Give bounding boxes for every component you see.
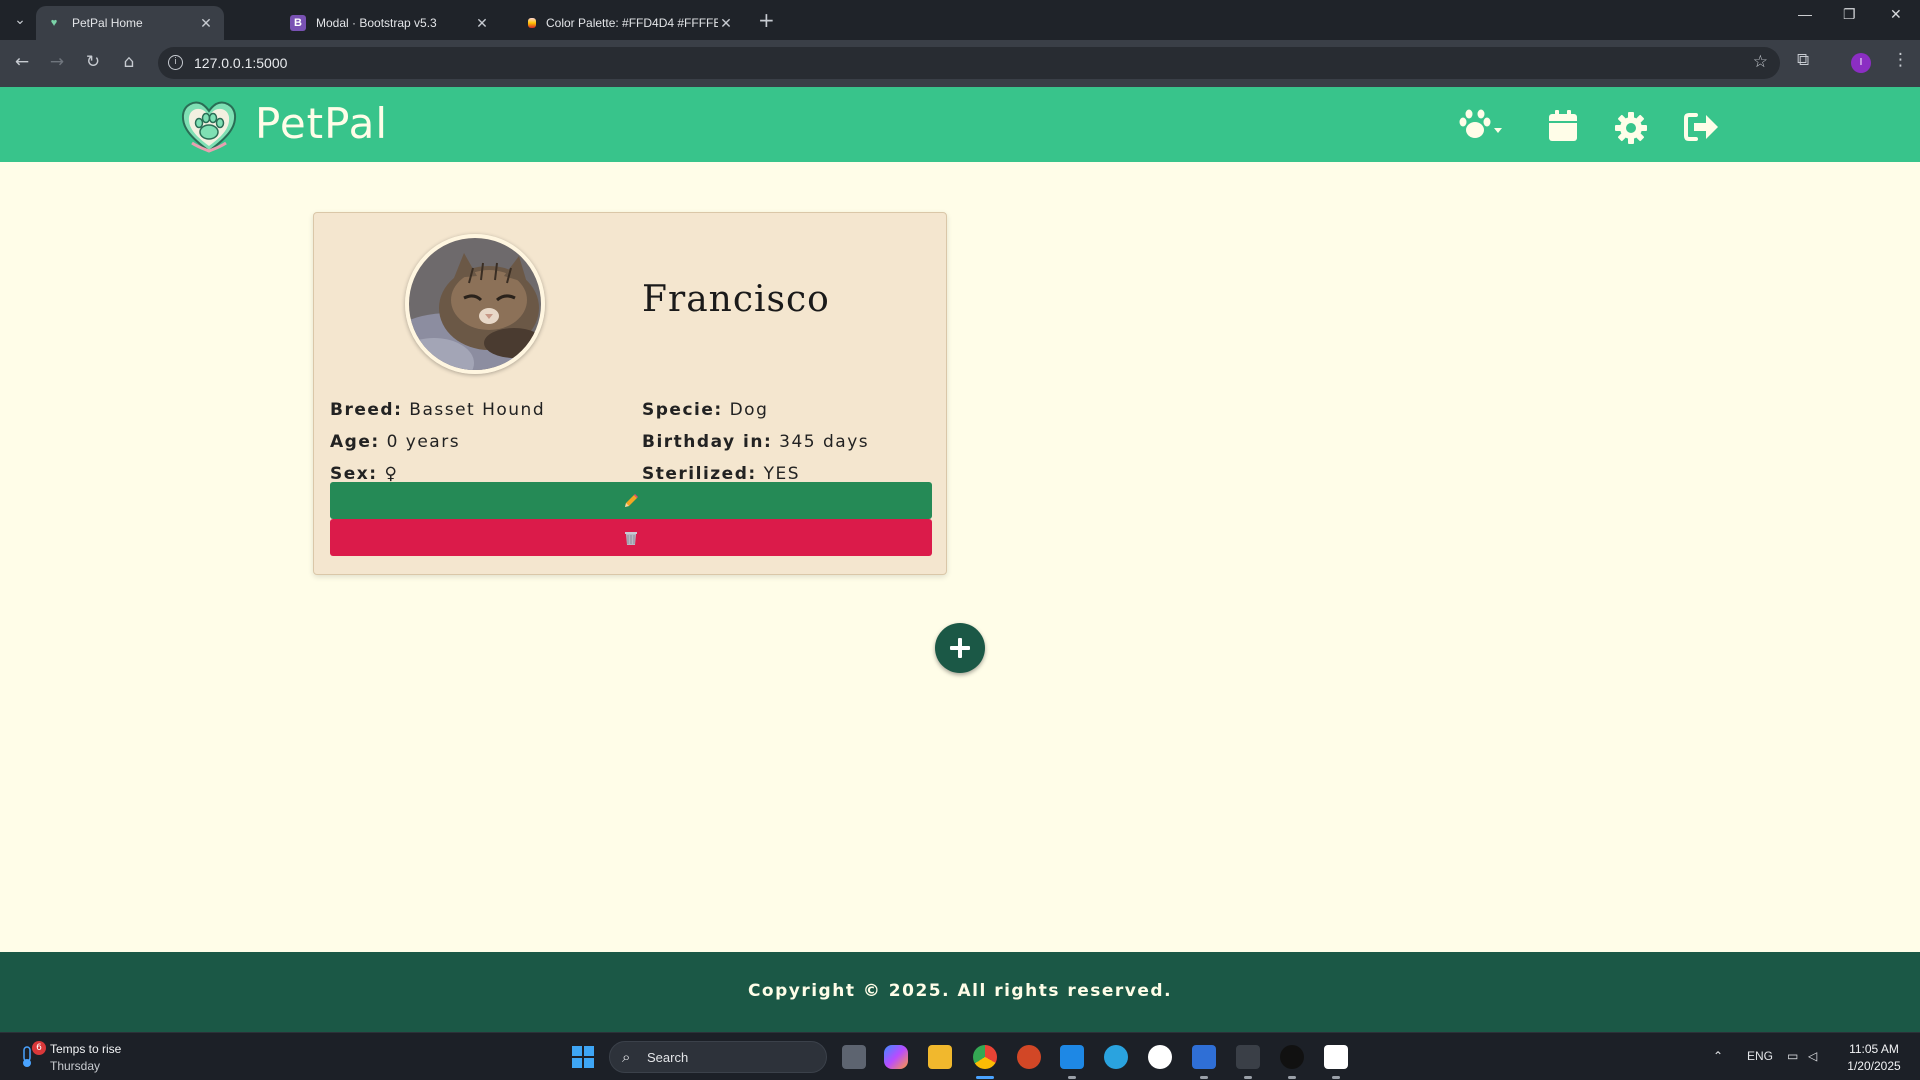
sterilized-label: Sterilized: [642,464,757,484]
network-icon[interactable]: ▭ [1787,1049,1798,1063]
tray-chevron-icon[interactable]: ⌃ [1713,1049,1723,1063]
female-icon: ♀ [384,464,399,484]
close-tab-icon[interactable]: ✕ [474,15,490,32]
clock-time[interactable]: 11:05 AM [1840,1042,1908,1056]
powerpoint-icon[interactable] [1017,1045,1041,1069]
new-tab-button[interactable]: + [758,8,775,32]
pet-name: Francisco [642,279,830,320]
search-icon: ⌕ [622,1048,631,1066]
pencil-icon [625,493,638,507]
close-window-icon[interactable]: ✕ [1890,6,1902,23]
sterilized-field: Sterilized: YES [642,464,800,484]
tab-title: Modal · Bootstrap v5.3 [316,16,437,30]
sex-field: Sex: ♀ [330,464,398,484]
copilot-icon[interactable] [884,1045,908,1069]
tab-color-palette[interactable]: Color Palette: #FFD4D4 #FFFFE ✕ [518,6,744,40]
trash-icon [625,531,637,545]
age-value: 0 years [386,432,461,452]
petpal-page: PetPal Francisco Breed: Basset Hound Age… [0,87,1920,1032]
tab-title: PetPal Home [72,16,143,30]
sterilized-value: YES [763,464,800,484]
windows-taskbar: 6 Temps to rise Thursday ⌕ Search ⌃ ENG … [0,1032,1920,1080]
weather-headline[interactable]: Temps to rise [50,1042,121,1056]
home-icon[interactable]: ⌂ [117,52,141,72]
brand-name[interactable]: PetPal [255,99,388,148]
paw-dropdown-icon[interactable] [1458,108,1504,142]
app-circle-icon[interactable] [1148,1045,1172,1069]
volume-icon[interactable]: ◁ [1808,1049,1817,1063]
close-tab-icon[interactable]: ✕ [198,15,214,32]
breed-field: Breed: Basset Hound [330,400,545,420]
app-l-icon[interactable] [1192,1045,1216,1069]
windows-start-icon[interactable] [572,1046,594,1068]
bookmark-star-icon[interactable]: ☆ [1753,52,1768,72]
reload-icon[interactable]: ↻ [81,52,105,72]
address-bar[interactable]: i 127.0.0.1:5000 ☆ [158,47,1780,79]
chrome-icon[interactable] [973,1045,997,1069]
tab-bootstrap-modal[interactable]: B Modal · Bootstrap v5.3 ✕ [280,6,500,40]
tab-petpal-home[interactable]: ♥ PetPal Home ✕ [36,6,224,40]
restore-icon[interactable]: ❐ [1843,6,1856,23]
language-indicator[interactable]: ENG [1747,1049,1773,1063]
page-footer: Copyright © 2025. All rights reserved. [0,952,1920,1032]
weather-day[interactable]: Thursday [50,1059,100,1073]
specie-field: Specie: Dog [642,400,768,420]
edit-pet-button[interactable] [330,482,932,519]
tab-search-button[interactable]: ⌄ [8,8,32,32]
birthday-value: 345 days [779,432,870,452]
breed-value: Basset Hound [409,400,546,420]
task-view-icon[interactable] [842,1045,866,1069]
browser-toolbar: ← → ↻ ⌂ i 127.0.0.1:5000 ☆ ⧉ I ⋮ [0,40,1920,87]
taskbar-search-placeholder: Search [647,1050,689,1065]
url-text[interactable]: 127.0.0.1:5000 [194,55,287,71]
vscode-indicator [1068,1076,1076,1079]
back-icon[interactable]: ← [10,52,34,72]
app-l-indicator [1200,1076,1208,1079]
specie-label: Specie: [642,400,723,420]
minimize-icon[interactable]: — [1798,6,1812,22]
plus-icon [950,638,970,658]
bootstrap-favicon: B [290,15,306,31]
copyright-text: Copyright © 2025. All rights reserved. [747,981,1173,1001]
birthday-field: Birthday in: 345 days [642,432,869,452]
pet-photo [405,234,545,374]
notion-icon[interactable] [1324,1045,1348,1069]
vscode-icon[interactable] [1060,1045,1084,1069]
profile-avatar[interactable]: I [1851,53,1871,73]
breed-label: Breed: [330,400,403,420]
pet-card: Francisco Breed: Basset Hound Age: 0 yea… [313,212,947,575]
tab-title: Color Palette: #FFD4D4 #FFFFE [546,16,718,30]
telegram-icon[interactable] [1104,1045,1128,1069]
add-pet-button[interactable] [935,623,985,673]
logout-icon[interactable] [1684,112,1720,142]
clock-date[interactable]: 1/20/2025 [1840,1059,1908,1073]
delete-pet-button[interactable] [330,519,932,556]
sex-label: Sex: [330,464,378,484]
birthday-label: Birthday in: [642,432,773,452]
weather-badge: 6 [32,1041,46,1055]
browser-tab-bar: ⌄ ♥ PetPal Home ✕ B Modal · Bootstrap v5… [0,0,1920,40]
terminal-icon[interactable] [1236,1045,1260,1069]
close-tab-icon[interactable]: ✕ [718,15,734,32]
menu-kebab-icon[interactable]: ⋮ [1892,50,1909,70]
chrome-active-indicator [976,1076,994,1079]
notion-indicator [1332,1076,1340,1079]
app-dark-indicator [1288,1076,1296,1079]
extensions-icon[interactable]: ⧉ [1797,50,1809,70]
palette-favicon [528,18,536,28]
forward-icon[interactable]: → [45,52,69,72]
specie-value: Dog [729,400,769,420]
site-info-icon[interactable]: i [168,55,183,70]
age-label: Age: [330,432,380,452]
calendar-icon[interactable] [1548,110,1578,142]
petpal-favicon: ♥ [50,17,58,29]
terminal-indicator [1244,1076,1252,1079]
file-explorer-icon[interactable] [928,1045,952,1069]
gear-icon[interactable] [1614,111,1648,145]
taskbar-search-box[interactable]: ⌕ Search [609,1041,827,1073]
petpal-navbar: PetPal [0,87,1920,162]
petpal-logo-icon[interactable] [180,99,238,153]
app-dark-icon[interactable] [1280,1045,1304,1069]
age-field: Age: 0 years [330,432,460,452]
